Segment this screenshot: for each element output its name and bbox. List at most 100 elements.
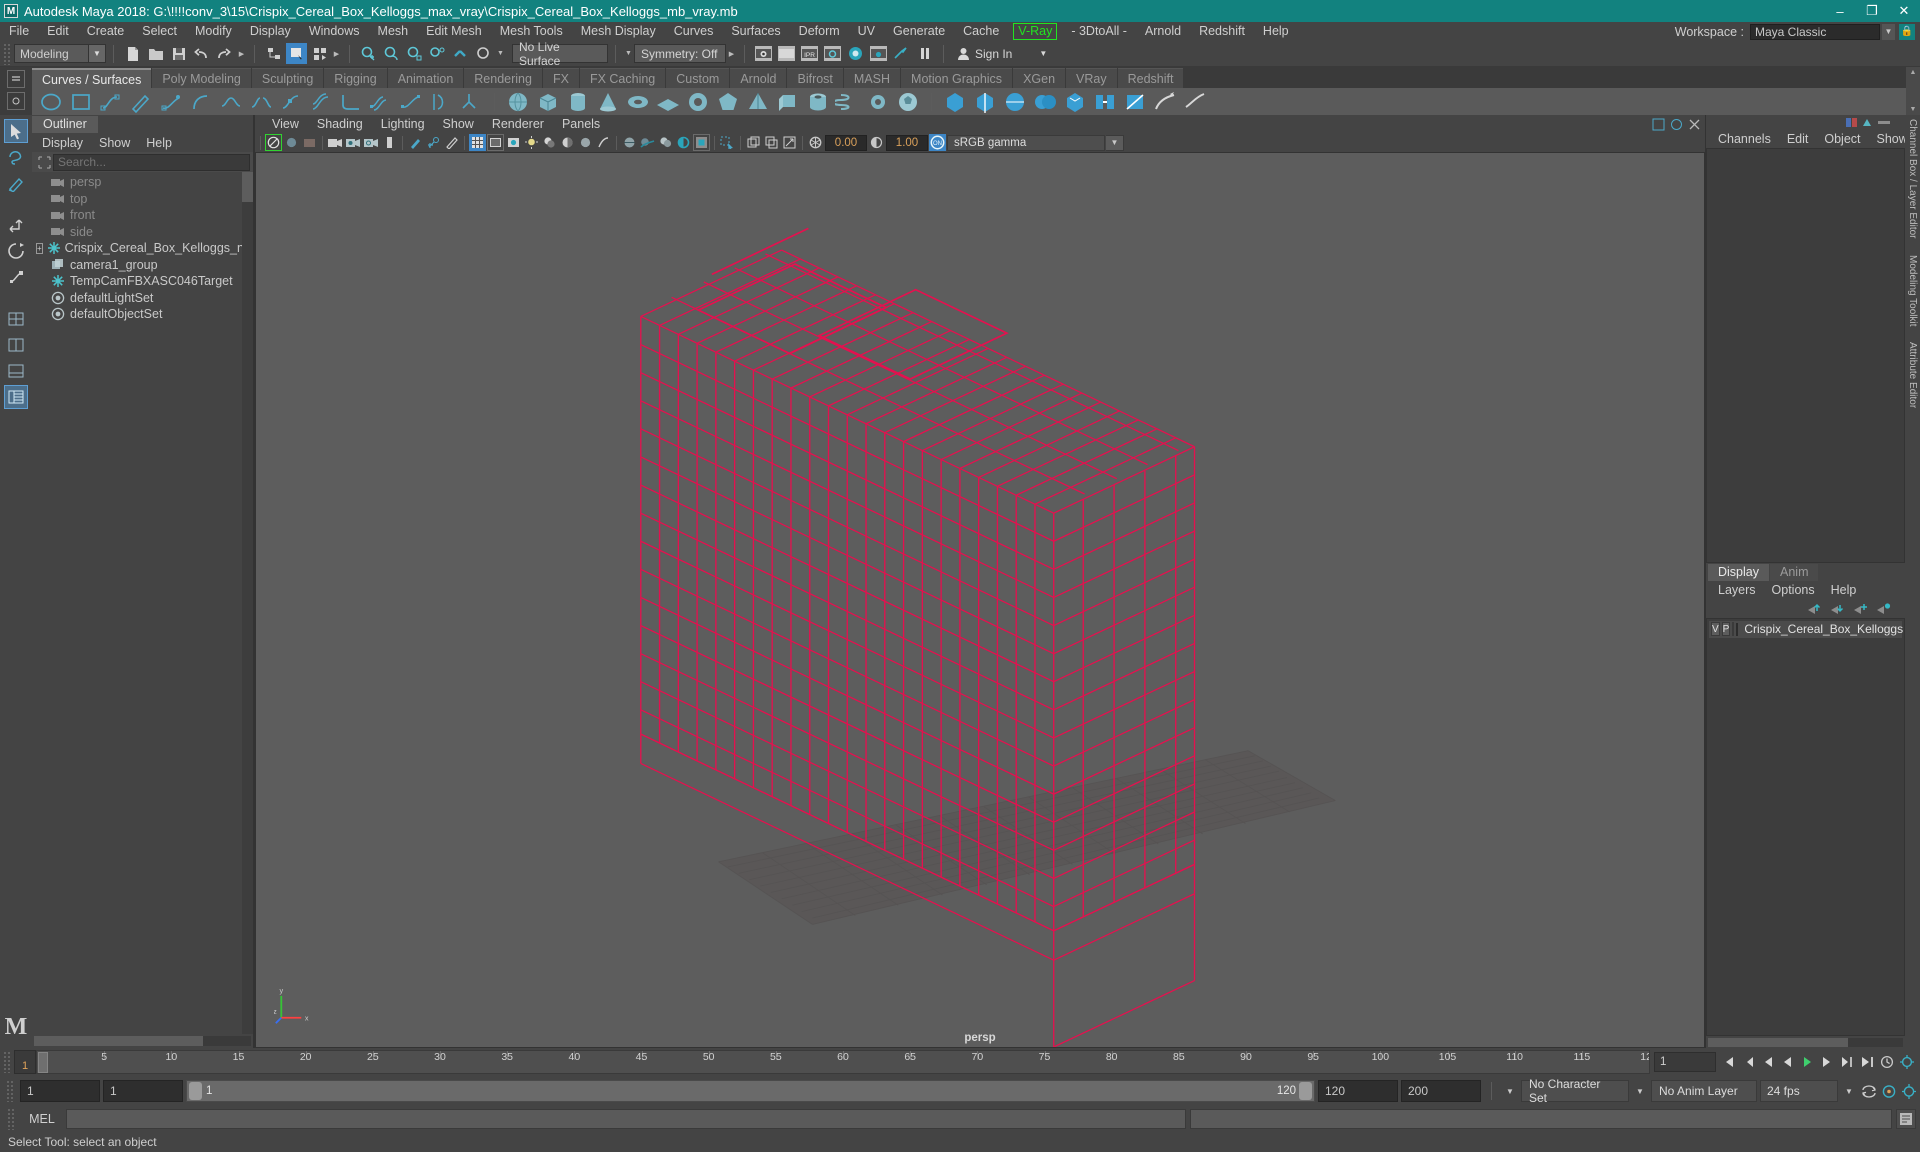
color-management-field[interactable]: sRGB gamma <box>947 134 1105 151</box>
outliner-item-default-object-set[interactable]: defaultObjectSet <box>32 306 253 323</box>
menu-mesh-display[interactable]: Mesh Display <box>572 22 665 41</box>
menu-mesh[interactable]: Mesh <box>369 22 418 41</box>
paint-effects-icon[interactable] <box>407 134 424 151</box>
menu-display[interactable]: Display <box>241 22 300 41</box>
motion-blur-icon[interactable] <box>577 134 594 151</box>
xray-active-components-icon[interactable] <box>657 134 674 151</box>
nurbs-circle-icon[interactable] <box>38 89 64 115</box>
render-current-frame-icon[interactable] <box>753 43 774 64</box>
viewport-menu-renderer[interactable]: Renderer <box>483 117 553 131</box>
character-set-chevron-down-icon[interactable]: ▼ <box>1502 1080 1518 1102</box>
scroll-thumb[interactable] <box>34 1036 204 1046</box>
panel-zoom-in-icon[interactable] <box>745 134 762 151</box>
shelf-tab-poly-modeling[interactable]: Poly Modeling <box>152 68 251 88</box>
modeling-toolkit-toggle-icon[interactable] <box>1878 117 1891 128</box>
snap-chevron-down-icon[interactable]: ▼ <box>495 44 506 64</box>
menu-edit[interactable]: Edit <box>38 22 78 41</box>
gpu-cache-icon[interactable] <box>781 134 798 151</box>
auto-key-toggle-icon[interactable] <box>1880 1082 1897 1100</box>
layer-tab-anim[interactable]: Anim <box>1770 563 1819 581</box>
crease-icon[interactable] <box>1182 89 1208 115</box>
menu-mesh-tools[interactable]: Mesh Tools <box>491 22 572 41</box>
poly-plane-icon[interactable] <box>655 89 681 115</box>
shelf-tab-arnold[interactable]: Arnold <box>730 68 787 88</box>
menu-help[interactable]: Help <box>1254 22 1298 41</box>
multi-cut-icon[interactable] <box>1122 89 1148 115</box>
shelf-tab-motion-graphics[interactable]: Motion Graphics <box>901 68 1013 88</box>
layer-list[interactable]: V P Crispix_Cereal_Box_Kelloggs <box>1706 617 1905 1036</box>
gamma-field[interactable]: 1.00 <box>886 134 928 151</box>
history-chevron-down-icon[interactable]: ▶ <box>236 44 247 64</box>
animation-end-field[interactable]: 200 <box>1401 1080 1481 1102</box>
current-frame-field[interactable]: 1 <box>1654 1052 1716 1072</box>
move-tool-icon[interactable] <box>4 213 28 237</box>
shelf-scroll-up-icon[interactable]: ▲ <box>1910 69 1917 76</box>
use-all-lights-icon[interactable] <box>523 134 540 151</box>
toolbar-grip[interactable] <box>3 42 12 65</box>
save-scene-icon[interactable] <box>168 43 189 64</box>
ipr-render-icon[interactable]: IPR <box>799 43 820 64</box>
time-slider-grip[interactable] <box>3 1051 12 1073</box>
boolean-union-icon[interactable] <box>1032 89 1058 115</box>
move-layer-down-icon[interactable] <box>1830 602 1845 615</box>
command-line-grip[interactable] <box>7 1108 16 1130</box>
poly-cube-icon[interactable] <box>535 89 561 115</box>
go-to-start-icon[interactable] <box>1719 1053 1736 1071</box>
range-slider[interactable]: 1 120 <box>186 1080 1315 1102</box>
go-to-end-icon[interactable] <box>1859 1053 1876 1071</box>
bookmark-camera-icon[interactable] <box>327 134 344 151</box>
menu-uv[interactable]: UV <box>849 22 884 41</box>
hypershade-icon[interactable] <box>845 43 866 64</box>
time-slider-track[interactable]: 5 10 15 20 25 30 35 40 45 50 55 60 65 70 75 80 85 90 95 100… <box>36 1050 1650 1074</box>
bezier-curve-icon[interactable] <box>158 89 184 115</box>
nurbs-square-icon[interactable] <box>68 89 94 115</box>
shelf-tab-rigging[interactable]: Rigging <box>324 68 387 88</box>
playback-end-field[interactable]: 120 <box>1318 1080 1398 1102</box>
symmetry-field[interactable]: Symmetry: Off <box>634 44 726 63</box>
outliner-item-crispix-cereal-box[interactable]: + Crispix_Cereal_Box_Kelloggs_ncl1_1 <box>32 240 253 257</box>
layer-visibility-toggle[interactable]: V <box>1711 622 1720 636</box>
combine-icon[interactable] <box>942 89 968 115</box>
viewport-menu-lighting[interactable]: Lighting <box>372 117 434 131</box>
bridge-icon[interactable] <box>1092 89 1118 115</box>
menu-redshift[interactable]: Redshift <box>1190 22 1254 41</box>
character-set-field[interactable]: No Character Set <box>1521 1077 1629 1105</box>
layer-menu-help[interactable]: Help <box>1823 583 1865 597</box>
script-editor-icon[interactable] <box>1896 1109 1916 1129</box>
range-slider-grip[interactable] <box>6 1080 15 1102</box>
viewport-menu-show[interactable]: Show <box>434 117 483 131</box>
undo-icon[interactable] <box>191 43 212 64</box>
poly-prism-icon[interactable] <box>775 89 801 115</box>
snap-point-icon[interactable] <box>404 43 425 64</box>
poly-torus-icon[interactable] <box>625 89 651 115</box>
outliner-vertical-scrollbar[interactable] <box>242 172 253 1034</box>
screen-space-ao-icon[interactable] <box>559 134 576 151</box>
color-management-chevron-down-icon[interactable]: ▼ <box>1106 134 1124 151</box>
lock-camera-icon[interactable] <box>283 134 300 151</box>
offset-curve-icon[interactable] <box>308 89 334 115</box>
panel-zoom-out-icon[interactable] <box>763 134 780 151</box>
range-slider-left-handle[interactable] <box>189 1082 202 1100</box>
layer-color-swatch[interactable] <box>1736 622 1739 636</box>
menu-select[interactable]: Select <box>133 22 186 41</box>
outliner-item-persp[interactable]: persp <box>32 174 253 191</box>
maximize-button[interactable]: ❐ <box>1856 0 1888 22</box>
menu-vray[interactable]: V-Ray <box>1013 23 1058 40</box>
viewport-3d-canvas[interactable]: y x z persp <box>255 152 1705 1048</box>
poly-pyramid-icon[interactable] <box>745 89 771 115</box>
select-object-icon[interactable] <box>286 43 307 64</box>
outliner-item-front[interactable]: front <box>32 207 253 224</box>
shelf-tab-bifrost[interactable]: Bifrost <box>787 68 843 88</box>
menu-generate[interactable]: Generate <box>884 22 954 41</box>
step-forward-frame-icon[interactable] <box>1819 1053 1836 1071</box>
shelf-tab-animation[interactable]: Animation <box>387 68 464 88</box>
paint-select-tool-icon[interactable] <box>4 171 28 195</box>
snap-magnet-icon[interactable] <box>473 43 494 64</box>
planar-surface-icon[interactable] <box>398 89 424 115</box>
two-d-pan-zoom-icon[interactable] <box>363 134 380 151</box>
poly-disc-icon[interactable] <box>685 89 711 115</box>
single-view-layout-icon[interactable] <box>4 307 28 331</box>
shelf-tab-fx[interactable]: FX <box>542 68 579 88</box>
shelf-tab-redshift[interactable]: Redshift <box>1117 68 1184 88</box>
curve-fillet-icon[interactable] <box>338 89 364 115</box>
